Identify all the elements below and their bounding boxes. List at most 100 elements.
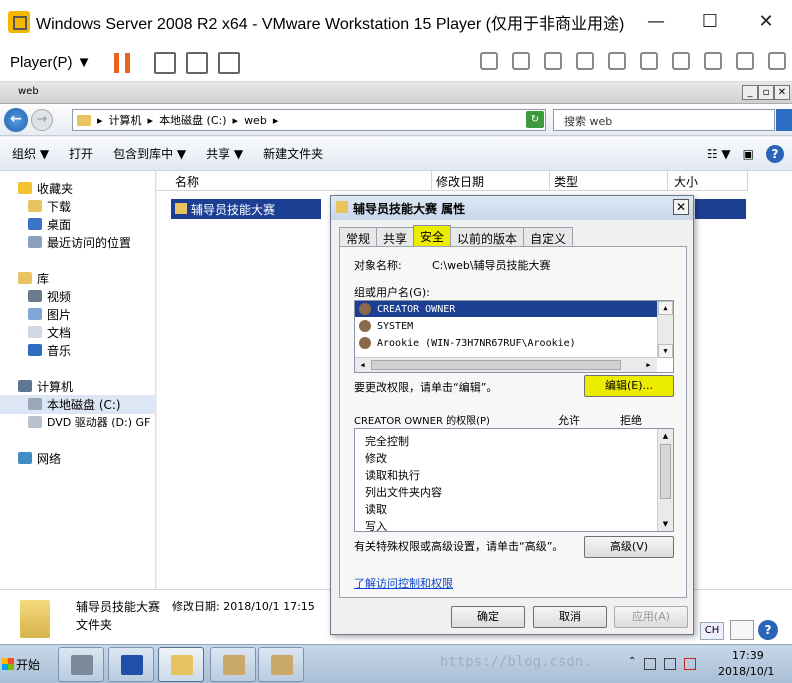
tab-security[interactable]: 安全 xyxy=(413,225,452,247)
taskbar-app-2[interactable] xyxy=(258,647,304,682)
column-header-name[interactable]: 名称 xyxy=(157,171,432,191)
help-icon[interactable]: ? xyxy=(758,620,778,640)
tray-expand-icon[interactable]: ⌃ xyxy=(628,656,636,667)
send-ctrl-alt-del-icon[interactable] xyxy=(153,51,176,74)
learn-access-control-link[interactable]: 了解访问控制和权限 xyxy=(354,575,453,591)
scroll-left-icon[interactable]: ◀ xyxy=(355,358,370,372)
tab-sharing[interactable]: 共享 xyxy=(376,227,415,247)
sidebar-item-pictures[interactable]: 图片 xyxy=(28,305,71,323)
sidebar-item-favorites[interactable]: 收藏夹 xyxy=(18,179,73,197)
breadcrumb-computer[interactable]: 计算机 xyxy=(109,112,142,128)
ime-indicator[interactable]: CH xyxy=(700,622,724,640)
sidebar-item-network[interactable]: 网络 xyxy=(18,449,61,467)
permissions-scrollbar[interactable]: ▲ ▼ xyxy=(657,429,673,531)
breadcrumb-web[interactable]: web xyxy=(244,114,267,127)
minimize-button[interactable]: — xyxy=(636,8,676,36)
powershell-icon xyxy=(121,655,143,675)
bluetooth-icon[interactable] xyxy=(736,52,754,70)
back-button[interactable]: ← xyxy=(4,108,28,132)
floppy-icon[interactable] xyxy=(576,52,594,70)
search-input[interactable]: 搜索 web xyxy=(553,109,775,131)
fullscreen-icon[interactable] xyxy=(185,51,208,74)
organize-button[interactable]: 组织 ▼ xyxy=(12,145,49,162)
address-bar[interactable]: ▸ 计算机 ▸ 本地磁盘 (C:) ▸ web ▸ xyxy=(72,109,546,131)
clock-time[interactable]: 17:39 xyxy=(732,649,764,662)
breadcrumb-local-disk[interactable]: 本地磁盘 (C:) xyxy=(159,112,226,128)
tab-general[interactable]: 常规 xyxy=(339,227,378,247)
sidebar-item-videos[interactable]: 视频 xyxy=(28,287,71,305)
sidebar-item-libraries[interactable]: 库 xyxy=(18,269,49,287)
sidebar-item-music[interactable]: 音乐 xyxy=(28,341,71,359)
edit-button[interactable]: 编辑(E)... xyxy=(584,375,674,397)
include-in-library-button[interactable]: 包含到库中 ▼ xyxy=(113,145,186,162)
sidebar-item-local-disk[interactable]: 本地磁盘 (C:) xyxy=(28,395,121,413)
volume-muted-icon[interactable] xyxy=(684,658,696,670)
pause-icon[interactable] xyxy=(113,52,130,73)
dialog-close-button[interactable]: ✕ xyxy=(673,199,689,215)
start-button[interactable]: 开始 xyxy=(2,652,50,676)
advanced-button[interactable]: 高级(V) xyxy=(584,536,674,558)
sidebar-item-recent[interactable]: 最近访问的位置 xyxy=(28,233,131,251)
table-row[interactable]: 辅导员技能大赛 xyxy=(171,199,321,219)
sidebar-item-downloads[interactable]: 下载 xyxy=(28,197,71,215)
tab-customize[interactable]: 自定义 xyxy=(523,227,574,247)
permissions-list[interactable]: 完全控制 修改 读取和执行 列出文件夹内容 读取 写入 ▲ ▼ xyxy=(354,428,674,532)
open-button[interactable]: 打开 xyxy=(69,145,93,162)
sidebar-item-desktop[interactable]: 桌面 xyxy=(28,215,71,233)
scroll-right-icon[interactable]: ▶ xyxy=(641,358,656,372)
player-menu[interactable]: Player(P) ▼ xyxy=(10,54,92,71)
forward-icon[interactable] xyxy=(480,52,498,70)
explorer-close-button[interactable]: ✕ xyxy=(774,85,790,100)
action-center-icon[interactable] xyxy=(644,658,656,670)
taskbar-app-1[interactable] xyxy=(210,647,256,682)
apply-button[interactable]: 应用(A) xyxy=(614,606,688,628)
keyboard-icon[interactable] xyxy=(730,620,754,640)
printer-icon[interactable] xyxy=(640,52,658,70)
clock-date[interactable]: 2018/10/1 xyxy=(718,665,774,678)
taskbar-explorer[interactable] xyxy=(158,647,204,682)
forward-button[interactable]: → xyxy=(31,109,53,131)
list-item[interactable]: CREATOR OWNER xyxy=(355,301,657,317)
share-button[interactable]: 共享 ▼ xyxy=(206,145,243,162)
scroll-thumb[interactable] xyxy=(371,360,621,370)
explorer-restore-button[interactable]: ▫ xyxy=(758,85,774,100)
groups-list[interactable]: CREATOR OWNER SYSTEM Arookie (WIN-73H7NR… xyxy=(354,300,674,373)
column-header-type[interactable]: 类型 xyxy=(550,171,668,191)
scroll-up-icon[interactable]: ▲ xyxy=(658,429,673,443)
sidebar-item-dvd[interactable]: DVD 驱动器 (D:) GF xyxy=(28,413,150,431)
help-icon[interactable]: ? xyxy=(766,145,784,163)
network-adapter-icon[interactable] xyxy=(608,52,626,70)
scroll-down-icon[interactable]: ▼ xyxy=(658,517,673,531)
ok-button[interactable]: 确定 xyxy=(451,606,525,628)
message-icon[interactable] xyxy=(768,52,786,70)
network-tray-icon[interactable] xyxy=(664,658,676,670)
sidebar-item-computer[interactable]: 计算机 xyxy=(18,377,73,395)
new-folder-button[interactable]: 新建文件夹 xyxy=(263,145,323,162)
scroll-thumb[interactable] xyxy=(660,444,671,499)
list-item[interactable]: Arookie (WIN-73H7NR67RUF\Arookie) xyxy=(355,335,657,351)
hard-disk-icon[interactable] xyxy=(512,52,530,70)
unity-icon[interactable] xyxy=(217,51,240,74)
groups-vscrollbar[interactable]: ▲ ▼ xyxy=(657,301,673,358)
taskbar-powershell[interactable] xyxy=(108,647,154,682)
close-button[interactable]: ✕ xyxy=(746,8,786,36)
scroll-down-icon[interactable]: ▼ xyxy=(658,344,673,358)
view-options-icon[interactable]: ☷ ▼ xyxy=(707,147,731,161)
taskbar-server-manager[interactable] xyxy=(58,647,104,682)
refresh-icon[interactable]: ↻ xyxy=(526,111,544,128)
column-header-size[interactable]: 大小 xyxy=(668,171,748,191)
sidebar-item-documents[interactable]: 文档 xyxy=(28,323,71,341)
cd-drive-icon[interactable] xyxy=(544,52,562,70)
column-header-modified[interactable]: 修改日期 xyxy=(432,171,550,191)
sound-icon[interactable] xyxy=(672,52,690,70)
list-item[interactable]: SYSTEM xyxy=(355,318,657,334)
maximize-button[interactable]: ☐ xyxy=(690,8,730,36)
cancel-button[interactable]: 取消 xyxy=(533,606,607,628)
camera-icon[interactable] xyxy=(704,52,722,70)
preview-pane-icon[interactable]: ▣ xyxy=(743,147,754,161)
scroll-up-icon[interactable]: ▲ xyxy=(658,301,673,315)
search-icon[interactable] xyxy=(776,109,792,131)
tab-previous-versions[interactable]: 以前的版本 xyxy=(450,227,525,247)
groups-hscrollbar[interactable]: ◀ ▶ xyxy=(355,357,657,372)
explorer-minimize-button[interactable]: _ xyxy=(742,85,758,100)
